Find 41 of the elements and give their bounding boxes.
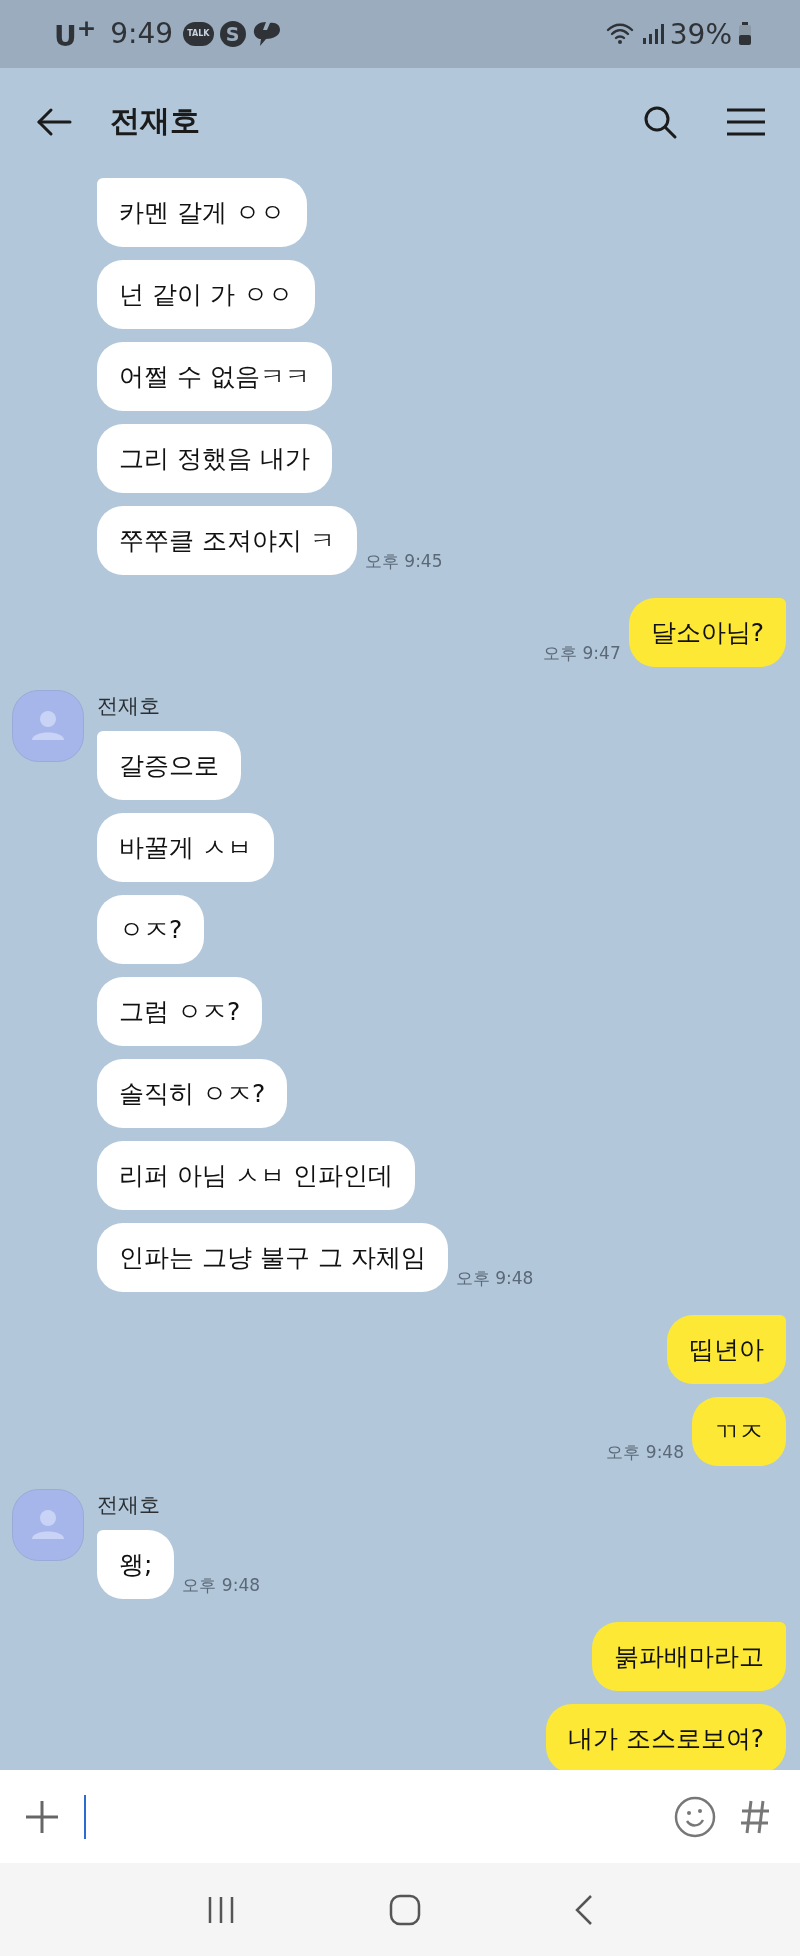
sender-name: 전재호 [97, 1492, 161, 1519]
message-bubble: 달소아님? [628, 598, 786, 667]
chat-notification-icon: TALK [183, 22, 214, 46]
carrier-label: U$^{+}$ [54, 14, 97, 54]
message-bubble: 갈증으로 [97, 731, 241, 800]
message-bubble: 붉파배마라고 [592, 1622, 786, 1691]
wifi-icon [605, 22, 636, 46]
message-bubble: 넌 같이 가 ㅇㅇ [97, 260, 315, 329]
message-bubble: 내가 조스로보여? [545, 1704, 786, 1770]
message-bubble: 쭈쭈클 조져야지 ㅋ [97, 506, 357, 575]
message-bubble: 인파는 그냥 불구 그 자체임 [97, 1223, 448, 1292]
message-bubble: 어쩔 수 없음ㅋㅋ [97, 342, 332, 411]
hashtag-icon[interactable] [740, 1798, 770, 1835]
battery-percent: 39% [669, 17, 732, 51]
message-time: 오후 9:45 [364, 550, 443, 573]
chat-title: 전재호 [110, 102, 201, 140]
message-bubble: 띱년아 [667, 1315, 786, 1384]
message-bubble: ㅇㅈ? [97, 895, 205, 964]
message-bubble: ㄲㅈ [692, 1397, 786, 1466]
battery-icon [738, 22, 752, 46]
message-bubble: 바꿀게 ㅅㅂ [97, 813, 274, 882]
message-bubble: 왱; [97, 1530, 175, 1599]
signal-icon [641, 23, 664, 45]
emoji-icon[interactable] [674, 1795, 716, 1838]
message-bubble: 그럼 ㅇㅈ? [97, 977, 263, 1046]
plus-icon[interactable] [24, 1798, 60, 1835]
circle-notification-icon: S [219, 21, 246, 47]
menu-icon[interactable] [726, 106, 766, 137]
message-time: 오후 9:47 [543, 642, 621, 665]
message-time: 오후 9:48 [606, 1441, 684, 1464]
back-icon[interactable] [573, 1893, 594, 1926]
message-time: 오후 9:48 [455, 1267, 534, 1290]
message-time: 오후 9:48 [182, 1574, 261, 1597]
back-arrow-icon[interactable] [36, 106, 72, 137]
message-bubble: 솔직히 ㅇㅈ? [97, 1059, 288, 1128]
message-bubble: 리퍼 아님 ㅅㅂ 인파인데 [97, 1141, 415, 1210]
message-bubble: 카멘 갈게 ㅇㅇ [97, 178, 307, 247]
sender-name: 전재호 [97, 693, 161, 720]
clock: 9:49 [110, 17, 174, 51]
message-bubble: 그리 정했음 내가 [97, 424, 332, 493]
home-icon[interactable] [389, 1893, 421, 1926]
